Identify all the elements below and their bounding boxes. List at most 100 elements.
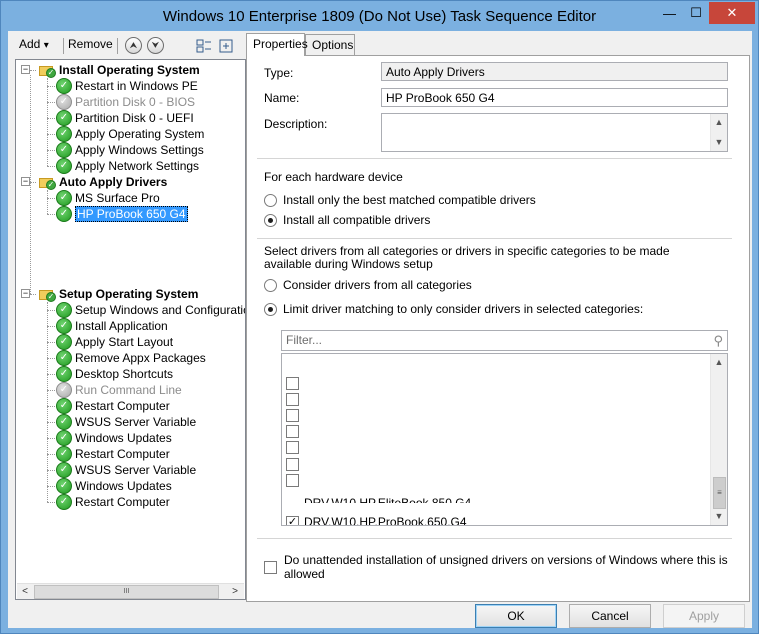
cancel-button[interactable]: Cancel — [569, 604, 651, 628]
radio-button[interactable] — [264, 213, 277, 227]
tree-item-label: Apply Windows Settings — [75, 143, 204, 157]
scroll-thumb[interactable]: III — [34, 585, 219, 599]
category-checkbox[interactable] — [286, 473, 299, 487]
unsigned-drivers-checkbox[interactable]: Do unattended installation of unsigned d… — [264, 553, 749, 581]
description-input[interactable]: ▲ ▼ — [381, 113, 728, 152]
tree-step[interactable]: ✓ Restart Computer — [56, 494, 170, 510]
category-checkbox[interactable] — [286, 441, 299, 455]
category-checkbox[interactable] — [286, 425, 299, 439]
toolbar-divider — [63, 38, 64, 54]
tree-connector — [47, 438, 55, 439]
scroll-down-arrow[interactable]: ▼ — [711, 508, 727, 525]
tab-properties[interactable]: Properties — [246, 33, 308, 56]
scroll-left-arrow[interactable]: < — [17, 585, 33, 599]
step-check-icon: ✓ — [56, 158, 72, 174]
expand-collapse-button[interactable] — [195, 37, 213, 55]
minimize-button[interactable]: — — [656, 2, 683, 24]
category-checkbox[interactable] — [286, 392, 299, 406]
scroll-down-arrow[interactable]: ▼ — [711, 134, 727, 151]
tree-step[interactable]: ✓ Setup Windows and Configuration — [56, 302, 245, 318]
tree-step[interactable]: ✓ Apply Windows Settings — [56, 142, 204, 158]
radio-button[interactable] — [264, 193, 277, 207]
category-item[interactable] — [286, 391, 304, 407]
remove-button[interactable]: Remove — [68, 37, 113, 51]
tree-step[interactable]: ✓ Desktop Shortcuts — [56, 366, 173, 382]
radio-consider-all-label: Consider drivers from all categories — [283, 278, 472, 292]
collapse-all-button[interactable] — [217, 37, 235, 55]
apply-button[interactable]: Apply — [663, 604, 745, 628]
category-scrollbar[interactable]: ▲ ≡ ▼ — [710, 354, 727, 525]
maximize-button[interactable]: ☐ — [683, 2, 709, 24]
ok-button[interactable]: OK — [475, 604, 557, 628]
scroll-up-arrow[interactable]: ▲ — [711, 354, 727, 371]
category-item[interactable] — [286, 375, 304, 391]
tree-group[interactable]: − ✓ Setup Operating System — [21, 286, 198, 302]
tree-step[interactable]: ✓ Apply Start Layout — [56, 334, 173, 350]
add-menu-button[interactable]: Add ▾ — [19, 37, 49, 51]
tree-step[interactable]: ✓ Run Command Line — [56, 382, 182, 398]
category-checkbox[interactable] — [286, 457, 299, 471]
tree-step[interactable]: ✓ Restart Computer — [56, 398, 170, 414]
properties-panel: Type: Auto Apply Drivers Name: HP ProBoo… — [246, 55, 750, 602]
tab-options[interactable]: Options — [305, 34, 355, 56]
tree-step[interactable]: ✓ MS Surface Pro — [56, 190, 160, 206]
tree-step[interactable]: ✓ WSUS Server Variable — [56, 414, 196, 430]
tree-connector — [30, 294, 36, 295]
radio-best-match[interactable]: Install only the best matched compatible… — [264, 193, 536, 207]
radio-button[interactable] — [264, 302, 277, 316]
scroll-right-arrow[interactable]: > — [227, 585, 243, 599]
category-checkbox[interactable] — [286, 408, 299, 422]
checkbox[interactable] — [264, 560, 277, 574]
tree-step[interactable]: ✓ Install Application — [56, 318, 168, 334]
name-input[interactable]: HP ProBook 650 G4 — [381, 88, 728, 107]
category-checkbox[interactable] — [286, 376, 299, 390]
tree-step[interactable]: ✓ Restart Computer — [56, 446, 170, 462]
task-sequence-tree[interactable]: − ✓ Install Operating System ✓ Restart in Wi… — [15, 59, 246, 600]
tree-step[interactable]: ✓ HP ProBook 650 G4 — [56, 206, 188, 222]
tree-step[interactable]: ✓ WSUS Server Variable — [56, 462, 196, 478]
radio-limit-categories[interactable]: Limit driver matching to only consider d… — [264, 302, 643, 316]
tree-connector — [47, 166, 55, 167]
collapse-icon[interactable]: − — [21, 289, 30, 298]
radio-consider-all[interactable]: Consider drivers from all categories — [264, 278, 472, 292]
radio-button[interactable] — [264, 278, 277, 292]
move-down-button[interactable]: ⮟ — [147, 37, 164, 54]
category-item[interactable] — [286, 440, 304, 456]
scroll-up-arrow[interactable]: ▲ — [711, 114, 727, 131]
category-item[interactable] — [286, 424, 304, 440]
tree-step[interactable]: ✓ Apply Operating System — [56, 126, 204, 142]
close-button[interactable]: ✕ — [709, 2, 755, 24]
category-item[interactable]: DRV.W10.HP.EliteBook.850.G4 — [286, 497, 471, 503]
tree-group[interactable]: − ✓ Auto Apply Drivers — [21, 174, 167, 190]
step-check-icon: ✓ — [56, 334, 72, 350]
collapse-icon[interactable]: − — [21, 65, 30, 74]
category-list[interactable]: DRV.W10.HP.EliteBook.850.G4 ✓ DRV.W10.HP.P… — [281, 353, 728, 526]
tree-step[interactable]: ✓ Remove Appx Packages — [56, 350, 206, 366]
tree-connector — [47, 390, 55, 391]
move-up-button[interactable]: ⮝ — [125, 37, 142, 54]
tree-item-label: Partition Disk 0 - BIOS — [75, 95, 196, 109]
category-item[interactable] — [286, 407, 304, 423]
category-item[interactable] — [286, 456, 304, 472]
tree-step[interactable]: ✓ Windows Updates — [56, 430, 172, 446]
category-checkbox[interactable]: ✓ — [286, 515, 299, 525]
description-scrollbar[interactable]: ▲ ▼ — [710, 114, 727, 151]
tree-step[interactable]: ✓ Partition Disk 0 - BIOS — [56, 94, 195, 110]
radio-install-all[interactable]: Install all compatible drivers — [264, 213, 430, 227]
tree-step[interactable]: ✓ Windows Updates — [56, 478, 172, 494]
category-filter[interactable]: ⚲ — [281, 330, 728, 351]
title-bar[interactable]: Windows 10 Enterprise 1809 (Do Not Use) … — [1, 1, 758, 31]
tree-step[interactable]: ✓ Restart in Windows PE — [56, 78, 198, 94]
tree-step[interactable]: ✓ Partition Disk 0 - UEFI — [56, 110, 194, 126]
category-item[interactable] — [286, 472, 304, 488]
category-item[interactable]: ✓ DRV.W10.HP.ProBook.650.G4 — [286, 514, 467, 525]
scroll-thumb[interactable]: ≡ — [713, 477, 726, 509]
tree-step[interactable]: ✓ Apply Network Settings — [56, 158, 199, 174]
section-divider — [257, 158, 732, 159]
collapse-icon[interactable]: − — [21, 177, 30, 186]
tree-horizontal-scrollbar[interactable]: < III > — [17, 583, 244, 599]
filter-input[interactable] — [282, 331, 682, 349]
step-check-icon: ✓ — [56, 494, 72, 510]
tree-connector — [47, 150, 55, 151]
tree-group[interactable]: − ✓ Install Operating System — [21, 62, 200, 78]
